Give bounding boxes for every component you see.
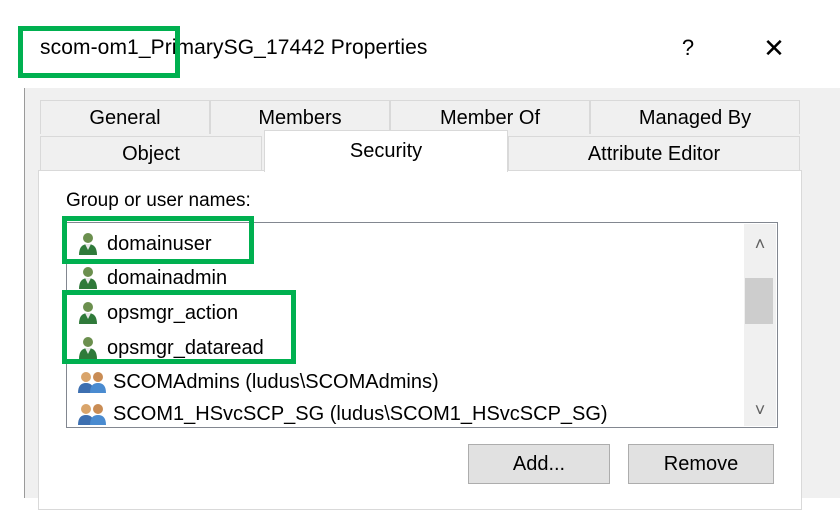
- list-item-label: opsmgr_dataread: [107, 337, 264, 359]
- list-item-label: SCOMAdmins (ludus\SCOMAdmins): [113, 371, 439, 393]
- tab-security[interactable]: Security: [264, 130, 508, 172]
- close-button[interactable]: ✕: [752, 28, 796, 68]
- chevron-down-icon[interactable]: ˅: [744, 394, 776, 426]
- user-icon: [79, 337, 97, 359]
- group-or-user-names-label: Group or user names:: [66, 190, 251, 211]
- tab-member-of[interactable]: Member Of: [390, 100, 590, 134]
- user-icon: [79, 233, 97, 255]
- list-item-label: domainadmin: [107, 267, 228, 289]
- user-icon: [79, 267, 97, 289]
- tab-object[interactable]: Object: [40, 136, 262, 170]
- list-item-label: opsmgr_action: [107, 302, 239, 324]
- scroll-thumb[interactable]: [745, 278, 773, 324]
- group-icon: [78, 404, 106, 425]
- list-item[interactable]: opsmgr_dataread: [77, 331, 264, 365]
- list-item-label: domainuser: [107, 233, 212, 255]
- add-button[interactable]: Add...: [468, 444, 610, 484]
- title-bar: scom-om1_PrimarySG_17442 Properties ? ✕: [0, 0, 840, 90]
- chevron-up-icon[interactable]: ˄: [744, 228, 776, 260]
- tab-managed-by[interactable]: Managed By: [590, 100, 800, 134]
- group-icon: [78, 372, 106, 393]
- list-item[interactable]: SCOMAdmins (ludus\SCOMAdmins): [77, 365, 439, 399]
- help-button[interactable]: ?: [668, 28, 708, 68]
- remove-button[interactable]: Remove: [628, 444, 774, 484]
- window-border: [24, 88, 25, 498]
- tab-general[interactable]: General: [40, 100, 210, 134]
- list-item[interactable]: domainadmin: [77, 261, 227, 295]
- list-item[interactable]: opsmgr_action: [77, 296, 238, 330]
- tab-members[interactable]: Members: [210, 100, 390, 134]
- list-item-label: SCOM1_HSvcSCP_SG (ludus\SCOM1_HSvcSCP_SG…: [113, 403, 608, 425]
- window-title: scom-om1_PrimarySG_17442 Properties: [40, 36, 428, 59]
- user-icon: [79, 302, 97, 324]
- group-or-user-names-list[interactable]: domainuser domainadmin opsmgr_action ops…: [66, 222, 778, 428]
- list-item[interactable]: domainuser: [77, 227, 212, 261]
- list-scrollbar[interactable]: ˄ ˅: [744, 224, 776, 426]
- tab-attribute-editor[interactable]: Attribute Editor: [508, 136, 800, 170]
- list-item[interactable]: SCOM1_HSvcSCP_SG (ludus\SCOM1_HSvcSCP_SG…: [77, 397, 608, 427]
